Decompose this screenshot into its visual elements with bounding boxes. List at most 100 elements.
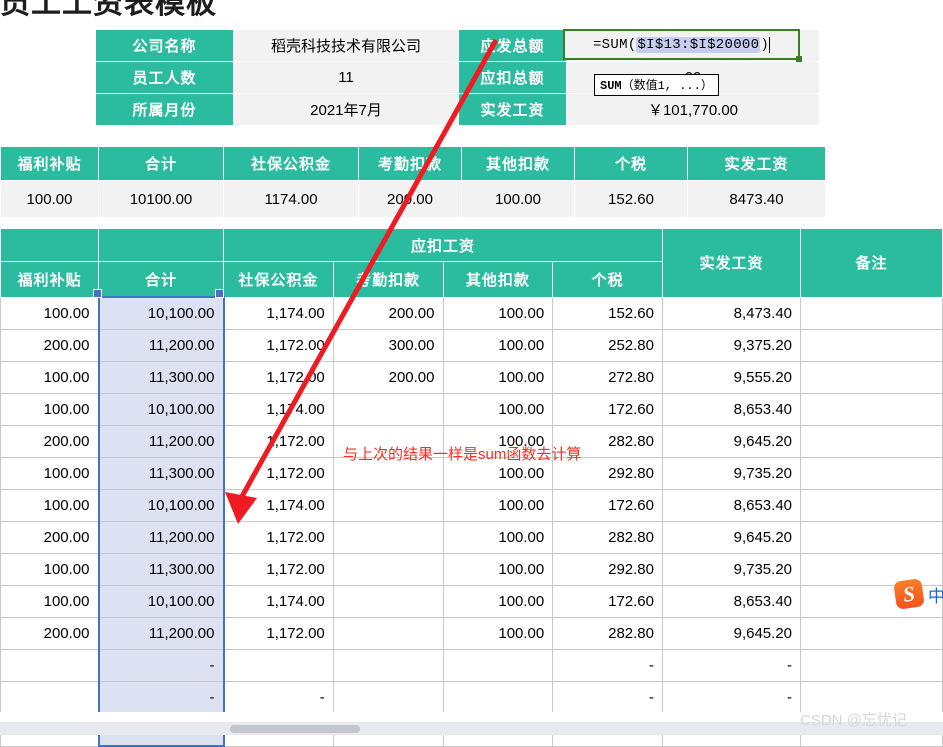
grid-cell-insurance[interactable]: 1,174.00 [223,585,334,618]
grid-cell-total[interactable]: 11,200.00 [97,329,225,362]
grid-cell-remark[interactable] [800,425,943,458]
grid-cell-welfare[interactable]: 200.00 [0,617,99,650]
grid-cell-attendance[interactable] [332,617,444,650]
grid-cell-remark[interactable] [800,361,943,394]
info-value-net-pay[interactable]: ￥101,770.00 [566,93,820,126]
grid-cell-welfare[interactable] [0,649,99,682]
grid-cell-welfare[interactable]: 200.00 [0,425,99,458]
selection-handle-top-left[interactable] [93,289,102,298]
grid-cell-other[interactable]: 100.00 [442,329,554,362]
grid-cell-attendance[interactable] [332,489,444,522]
grid-cell-other[interactable]: 100.00 [442,521,554,554]
grid-cell-net-pay[interactable]: 9,735.20 [662,457,801,490]
grid-cell-net-pay[interactable]: 9,645.20 [662,617,801,650]
grid-cell-welfare[interactable]: 100.00 [0,393,99,426]
grid-cell-welfare[interactable]: 200.00 [0,521,99,554]
grid-cell-total[interactable]: 11,200.00 [97,521,225,554]
grid-cell-insurance[interactable]: 1,172.00 [223,457,334,490]
grid-cell-insurance[interactable]: 1,172.00 [223,553,334,586]
grid-cell-tax[interactable]: 272.80 [552,361,663,394]
grid-cell-remark[interactable] [800,296,943,330]
grid-cell-remark[interactable] [800,649,943,682]
grid-cell-total[interactable]: - [97,649,225,682]
grid-cell-other[interactable]: 100.00 [442,585,554,618]
grid-cell-insurance[interactable]: 1,174.00 [223,393,334,426]
summary-cell-qita[interactable]: 100.00 [461,180,575,218]
formula-edit-cell[interactable]: =SUM($I$13:$I$20000) [563,29,800,60]
grid-cell-attendance[interactable] [332,393,444,426]
grid-cell-tax[interactable]: 282.80 [552,617,663,650]
grid-cell-welfare[interactable]: 100.00 [0,296,99,330]
grid-cell-net-pay[interactable]: 8,653.40 [662,489,801,522]
grid-cell-remark[interactable] [800,489,943,522]
grid-cell-net-pay[interactable]: 8,653.40 [662,585,801,618]
info-value-headcount[interactable]: 11 [233,61,459,94]
grid-cell-tax[interactable]: - [552,649,663,682]
grid-cell-net-pay[interactable]: 9,555.20 [662,361,801,394]
grid-cell-other[interactable]: 100.00 [442,489,554,522]
grid-cell-tax[interactable]: 172.60 [552,489,663,522]
grid-cell-remark[interactable] [800,457,943,490]
summary-cell-shebao[interactable]: 1174.00 [223,180,359,218]
grid-cell-attendance[interactable]: 300.00 [332,329,444,362]
summary-cell-heji[interactable]: 10100.00 [98,180,224,218]
grid-cell-insurance[interactable]: 1,172.00 [223,521,334,554]
info-value-company[interactable]: 稻壳科技技术有限公司 [233,29,459,62]
grid-cell-net-pay[interactable]: 9,645.20 [662,521,801,554]
grid-cell-attendance[interactable] [332,649,444,682]
fill-handle[interactable] [796,56,802,62]
grid-cell-total[interactable]: 10,100.00 [97,585,225,618]
sogou-ime-indicator[interactable]: S 中 [893,578,943,610]
grid-cell-other[interactable] [442,649,554,682]
grid-cell-tax[interactable]: - [552,681,663,714]
summary-cell-geshui[interactable]: 152.60 [574,180,688,218]
grid-cell-welfare[interactable]: 100.00 [0,585,99,618]
grid-cell-welfare[interactable]: 100.00 [0,553,99,586]
grid-cell-net-pay[interactable]: - [662,681,801,714]
grid-cell-insurance[interactable]: 1,172.00 [223,361,334,394]
grid-cell-tax[interactable]: 152.60 [552,296,663,330]
grid-cell-net-pay[interactable]: 8,653.40 [662,393,801,426]
grid-cell-insurance[interactable]: - [223,681,334,714]
grid-cell-total[interactable]: 10,100.00 [97,393,225,426]
grid-cell-attendance[interactable] [332,585,444,618]
grid-cell-other[interactable] [442,681,554,714]
grid-cell-attendance[interactable] [332,681,444,714]
grid-cell-attendance[interactable] [332,521,444,554]
grid-cell-insurance[interactable]: 1,172.00 [223,425,334,458]
grid-cell-insurance[interactable]: 1,174.00 [223,489,334,522]
grid-cell-remark[interactable] [800,393,943,426]
grid-cell-tax[interactable]: 282.80 [552,521,663,554]
grid-cell-tax[interactable]: 292.80 [552,553,663,586]
grid-cell-other[interactable]: 100.00 [442,553,554,586]
grid-cell-net-pay[interactable]: 8,473.40 [662,296,801,330]
grid-cell-insurance[interactable]: 1,172.00 [223,617,334,650]
grid-cell-total[interactable]: 11,300.00 [97,361,225,394]
grid-cell-welfare[interactable] [0,681,99,714]
grid-cell-insurance[interactable] [223,649,334,682]
grid-cell-other[interactable]: 100.00 [442,617,554,650]
grid-cell-attendance[interactable]: 200.00 [332,361,444,394]
grid-cell-insurance[interactable]: 1,172.00 [223,329,334,362]
grid-cell-other[interactable]: 100.00 [442,361,554,394]
grid-cell-tax[interactable]: 172.60 [552,585,663,618]
grid-cell-other[interactable]: 100.00 [442,296,554,330]
grid-cell-welfare[interactable]: 100.00 [0,457,99,490]
summary-cell-fuli[interactable]: 100.00 [0,180,99,218]
grid-cell-remark[interactable] [800,329,943,362]
grid-cell-net-pay[interactable]: 9,375.20 [662,329,801,362]
grid-cell-net-pay[interactable]: - [662,649,801,682]
info-value-month[interactable]: 2021年7月 [233,93,459,126]
summary-cell-shifa[interactable]: 8473.40 [687,180,826,218]
summary-cell-kaoqin[interactable]: 200.00 [358,180,462,218]
horizontal-scrollbar-thumb[interactable] [230,725,360,733]
grid-cell-tax[interactable]: 172.60 [552,393,663,426]
grid-cell-insurance[interactable]: 1,174.00 [223,296,334,330]
grid-cell-attendance[interactable] [332,553,444,586]
grid-cell-total[interactable]: - [97,681,225,714]
grid-cell-tax[interactable]: 252.80 [552,329,663,362]
grid-cell-welfare[interactable]: 100.00 [0,361,99,394]
grid-cell-total[interactable]: 10,100.00 [97,489,225,522]
grid-cell-remark[interactable] [800,617,943,650]
grid-cell-total[interactable]: 10,100.00 [97,296,225,330]
